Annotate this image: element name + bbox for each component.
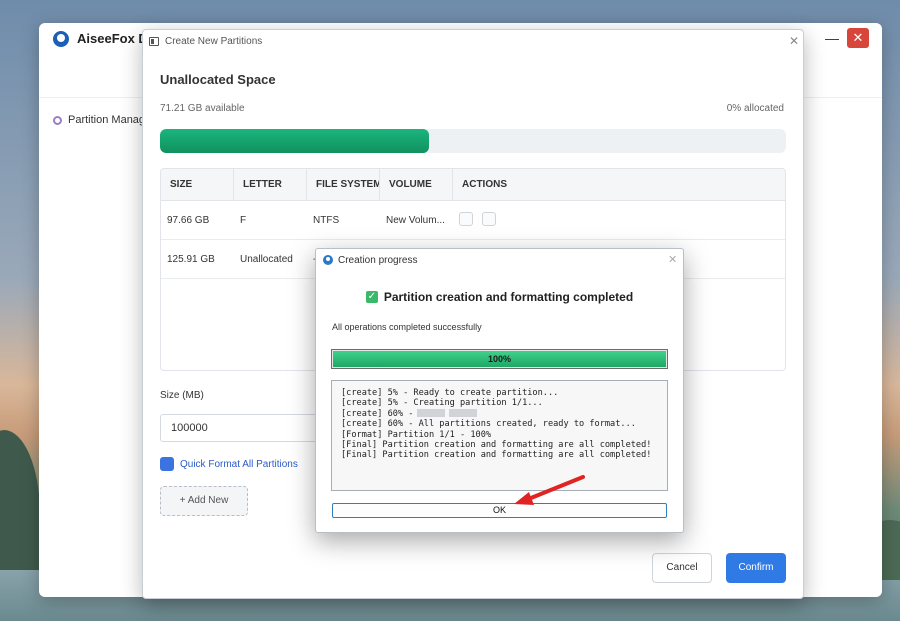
column-header-letter: LETTER — [234, 169, 307, 200]
sidebar-item-label: Partition Manage — [68, 114, 152, 126]
confirm-button[interactable]: Confirm — [726, 553, 786, 583]
redacted-mark — [417, 409, 446, 418]
add-new-button[interactable]: + Add New — [160, 486, 248, 516]
log-line: [create] 60% - — [341, 409, 658, 419]
size-input[interactable]: 100000 — [160, 414, 320, 442]
dialog-title: Create New Partitions — [165, 36, 263, 47]
ok-button[interactable]: OK — [332, 503, 667, 518]
column-header-volume: VOLUME — [380, 169, 453, 200]
annotation-arrow-icon — [514, 475, 585, 505]
cell-letter: F — [240, 214, 247, 226]
table-row[interactable]: 97.66 GB F NTFS New Volum... — [161, 201, 785, 240]
app-logo-icon — [323, 255, 333, 265]
space-usage-fill — [160, 129, 430, 153]
column-header-size: SIZE — [161, 169, 234, 200]
log-line-text: [create] 60% - — [341, 408, 414, 419]
minimize-button[interactable]: — — [821, 28, 843, 48]
log-line: [Final] Partition creation and formattin… — [341, 450, 652, 461]
quick-format-label: Quick Format All Partitions — [180, 458, 298, 470]
available-space-text: 71.21 GB available — [160, 103, 245, 114]
quick-format-checkbox[interactable] — [160, 457, 174, 471]
progress-titlebar: Creation progress ✕ — [316, 249, 683, 271]
progress-percent-text: 100% — [487, 354, 512, 364]
progress-dialog-title: Creation progress — [338, 255, 418, 266]
space-usage-bar — [160, 129, 786, 153]
window-icon — [149, 37, 159, 46]
section-title: Unallocated Space — [160, 72, 276, 87]
creation-progress-dialog: Creation progress ✕ ✓ Partition creation… — [315, 248, 684, 533]
background-hill — [0, 430, 40, 570]
checkmark-icon: ✓ — [365, 291, 378, 303]
size-label: Size (MB) — [160, 390, 204, 401]
redacted-mark — [449, 409, 478, 418]
cancel-button[interactable]: Cancel — [652, 553, 712, 583]
column-header-file-system: FILE SYSTEM — [307, 169, 380, 200]
cell-file-system: NTFS — [313, 214, 340, 226]
table-header: SIZE LETTER FILE SYSTEM VOLUME ACTIONS — [161, 169, 785, 201]
app-logo-icon — [53, 31, 69, 47]
quick-format-option[interactable]: Quick Format All Partitions — [160, 457, 298, 471]
cell-size: 97.66 GB — [167, 214, 210, 226]
status-text: All operations completed successfully — [332, 322, 482, 332]
close-button[interactable]: ✕ — [847, 28, 869, 48]
log-line: [Format] Partition 1/1 - 100% — [341, 429, 492, 440]
dialog-titlebar: Create New Partitions ✕ — [143, 30, 803, 54]
sidebar-item-partition-manager[interactable]: Partition Manage — [53, 114, 151, 126]
cell-actions — [453, 211, 785, 229]
log-line: [Final] Partition creation and formattin… — [341, 440, 652, 451]
log-line: [create] 5% - Ready to create partition.… — [341, 388, 559, 398]
progress-bar-fill: 100% — [333, 351, 666, 367]
gear-icon — [53, 115, 62, 125]
allocated-percent-text: 0% allocated — [726, 103, 784, 114]
cell-letter: Unallocated — [240, 253, 293, 265]
completion-heading-text: Partition creation and formatting comple… — [383, 290, 634, 304]
cell-size: 125.91 GB — [167, 253, 215, 265]
progress-bar: 100% — [331, 349, 668, 369]
cell-volume: New Volum... — [386, 214, 445, 226]
log-line: [create] 5% - Creating partition 1/1... — [341, 398, 543, 409]
dialog-close-icon[interactable]: ✕ — [789, 34, 799, 48]
operation-log: [create] 5% - Ready to create partition.… — [331, 380, 668, 491]
log-line: [create] 60% - All partitions created, r… — [341, 419, 636, 430]
completion-heading: ✓ Partition creation and formatting comp… — [316, 290, 683, 304]
edit-icon[interactable] — [459, 211, 473, 226]
delete-icon[interactable] — [481, 211, 496, 226]
column-header-actions: ACTIONS — [462, 179, 507, 190]
progress-close-icon[interactable]: ✕ — [668, 253, 677, 266]
